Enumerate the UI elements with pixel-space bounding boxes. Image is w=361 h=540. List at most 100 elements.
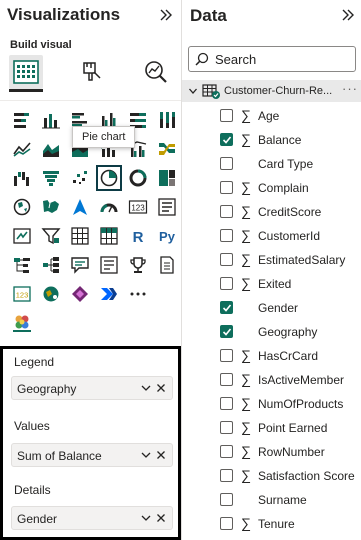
field-item[interactable]: Geography bbox=[182, 320, 361, 344]
collapse-pane-icon[interactable] bbox=[158, 7, 174, 23]
details-well-field[interactable]: Gender bbox=[11, 506, 173, 530]
field-item[interactable]: ∑ Point Earned bbox=[182, 416, 361, 440]
qa-button[interactable] bbox=[67, 252, 93, 278]
sigma-icon: ∑ bbox=[241, 371, 251, 387]
table-button[interactable] bbox=[67, 223, 93, 249]
slicer-button[interactable] bbox=[38, 223, 64, 249]
stacked-bar-chart-button[interactable] bbox=[9, 107, 35, 133]
field-item[interactable]: ∑ Age bbox=[182, 104, 361, 128]
field-item[interactable]: ∑ Satisfaction Score bbox=[182, 464, 361, 488]
field-item[interactable]: ∑ RowNumber bbox=[182, 440, 361, 464]
field-checkbox[interactable] bbox=[220, 157, 233, 170]
field-checkbox[interactable] bbox=[220, 373, 233, 386]
field-checkbox[interactable] bbox=[220, 445, 233, 458]
card-123-icon: 123 bbox=[128, 200, 148, 214]
remove-field-icon[interactable] bbox=[155, 449, 167, 461]
field-item[interactable]: ∑ Tenure bbox=[182, 512, 361, 536]
remove-field-icon[interactable] bbox=[155, 512, 167, 524]
kpi-button[interactable] bbox=[9, 223, 35, 249]
treemap-button[interactable] bbox=[154, 165, 180, 191]
field-item[interactable]: ∑ EstimatedSalary bbox=[182, 248, 361, 272]
paginated-report-icon bbox=[160, 256, 174, 274]
legend-well-label: Legend bbox=[14, 355, 55, 369]
field-item[interactable]: ∑ Complain bbox=[182, 176, 361, 200]
analytics-button[interactable] bbox=[139, 55, 173, 89]
collapse-pane-icon[interactable] bbox=[340, 7, 356, 23]
field-item[interactable]: ∑ CreditScore bbox=[182, 200, 361, 224]
field-item[interactable]: Card Type bbox=[182, 152, 361, 176]
gauge-button[interactable] bbox=[96, 194, 122, 220]
field-checkbox[interactable] bbox=[220, 181, 233, 194]
power-apps-button[interactable] bbox=[67, 281, 93, 307]
chevron-down-icon[interactable] bbox=[140, 512, 152, 524]
matrix-button[interactable] bbox=[96, 223, 122, 249]
field-checkbox[interactable] bbox=[220, 253, 233, 266]
smart-narrative-button[interactable] bbox=[96, 252, 122, 278]
100-stacked-column-chart-button[interactable] bbox=[154, 107, 180, 133]
field-item[interactable]: Gender bbox=[182, 296, 361, 320]
field-checkbox[interactable] bbox=[220, 325, 233, 338]
power-automate-button[interactable] bbox=[96, 281, 122, 307]
paginated-report-button[interactable] bbox=[154, 252, 180, 278]
field-checkbox[interactable] bbox=[220, 109, 233, 122]
treemap-icon bbox=[159, 170, 175, 186]
field-checkbox[interactable] bbox=[220, 349, 233, 362]
field-checkbox[interactable] bbox=[220, 277, 233, 290]
key-influencers-button[interactable] bbox=[9, 252, 35, 278]
remove-field-icon[interactable] bbox=[155, 382, 167, 394]
field-wells-panel: Legend Geography Values Sum of Balance D… bbox=[0, 346, 181, 540]
arcgis-map-button[interactable] bbox=[38, 281, 64, 307]
azure-map-button[interactable] bbox=[67, 194, 93, 220]
chevron-down-icon[interactable] bbox=[188, 86, 198, 96]
card-button[interactable]: 123 bbox=[125, 194, 151, 220]
table-node[interactable]: Customer-Churn-Re... ··· bbox=[182, 80, 361, 102]
values-well-field[interactable]: Sum of Balance bbox=[11, 443, 173, 467]
r-visual-button[interactable]: R bbox=[125, 223, 151, 249]
waterfall-chart-button[interactable] bbox=[9, 165, 35, 191]
decomposition-tree-button[interactable] bbox=[38, 252, 64, 278]
donut-chart-button[interactable] bbox=[125, 165, 151, 191]
svg-text:Py: Py bbox=[159, 229, 176, 244]
field-item[interactable]: Surname bbox=[182, 488, 361, 512]
goals-button[interactable] bbox=[125, 252, 151, 278]
build-visual-button[interactable] bbox=[9, 55, 43, 89]
more-visuals-button[interactable] bbox=[125, 281, 151, 307]
field-checkbox[interactable] bbox=[220, 517, 233, 530]
field-item[interactable]: ∑ NumOfProducts bbox=[182, 392, 361, 416]
field-checkbox[interactable] bbox=[220, 421, 233, 434]
area-chart-button[interactable] bbox=[38, 136, 64, 162]
field-checkbox[interactable] bbox=[220, 493, 233, 506]
field-checkbox[interactable] bbox=[220, 133, 233, 146]
funnel-chart-button[interactable] bbox=[38, 165, 64, 191]
more-options-icon[interactable]: ··· bbox=[342, 81, 358, 96]
scatter-chart-button[interactable] bbox=[67, 165, 93, 191]
field-checkbox[interactable] bbox=[220, 205, 233, 218]
search-input[interactable] bbox=[215, 50, 351, 68]
format-visual-button[interactable] bbox=[74, 55, 108, 89]
stacked-column-chart-button[interactable] bbox=[38, 107, 64, 133]
field-item[interactable]: ∑ HasCrCard bbox=[182, 344, 361, 368]
multi-row-card-button[interactable] bbox=[154, 194, 180, 220]
field-item[interactable]: ∑ Exited bbox=[182, 272, 361, 296]
legend-well-field[interactable]: Geography bbox=[11, 376, 173, 400]
chevron-down-icon[interactable] bbox=[140, 449, 152, 461]
chevron-down-icon[interactable] bbox=[140, 382, 152, 394]
pie-chart-button[interactable] bbox=[96, 165, 122, 191]
metrics-button[interactable]: 123 bbox=[9, 281, 35, 307]
field-item[interactable]: ∑ CustomerId bbox=[182, 224, 361, 248]
field-checkbox[interactable] bbox=[220, 397, 233, 410]
filled-map-button[interactable] bbox=[38, 194, 64, 220]
ribbon-chart-icon bbox=[159, 143, 175, 155]
field-checkbox[interactable] bbox=[220, 301, 233, 314]
search-field[interactable] bbox=[188, 46, 356, 72]
field-checkbox[interactable] bbox=[220, 469, 233, 482]
line-chart-button[interactable] bbox=[9, 136, 35, 162]
ribbon-chart-button[interactable] bbox=[154, 136, 180, 162]
field-checkbox[interactable] bbox=[220, 229, 233, 242]
field-item[interactable]: ∑ Balance bbox=[182, 128, 361, 152]
map-button[interactable] bbox=[9, 194, 35, 220]
format-paintbrush-icon bbox=[83, 62, 101, 81]
field-item[interactable]: ∑ IsActiveMember bbox=[182, 368, 361, 392]
python-visual-button[interactable]: Py bbox=[154, 223, 180, 249]
custom-visual-button[interactable] bbox=[9, 310, 35, 336]
